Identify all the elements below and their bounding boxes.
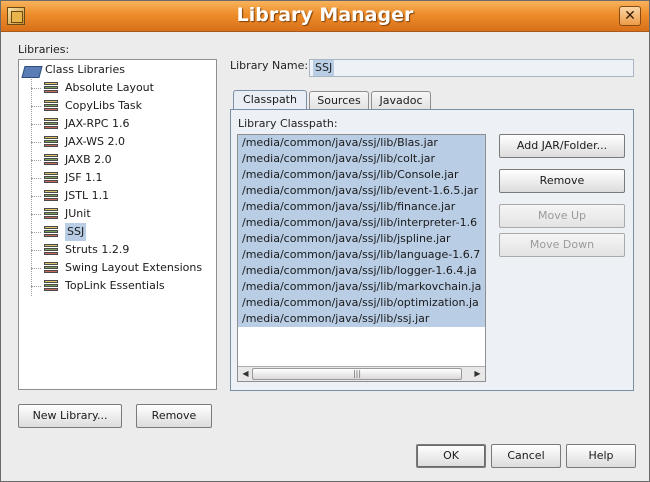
tree-connector-h — [31, 124, 41, 125]
library-books-icon — [43, 208, 59, 221]
libraries-label: Libraries: — [18, 43, 70, 56]
classpath-entry[interactable]: /media/common/java/ssj/lib/finance.jar — [238, 199, 485, 215]
help-button[interactable]: Help — [566, 444, 636, 468]
library-books-icon — [43, 136, 59, 149]
tab-javadoc[interactable]: Javadoc — [371, 91, 431, 109]
library-books-icon — [43, 280, 59, 293]
library-classpath-label: Library Classpath: — [238, 117, 338, 130]
ok-button[interactable]: OK — [416, 444, 486, 468]
cancel-button[interactable]: Cancel — [491, 444, 561, 468]
remove-library-button[interactable]: Remove — [136, 404, 212, 428]
library-books-icon — [43, 226, 59, 239]
close-button[interactable]: ✕ — [619, 6, 641, 26]
tree-root-label: Class Libraries — [45, 63, 125, 76]
classpath-entry[interactable]: /media/common/java/ssj/lib/markovchain.j… — [238, 279, 485, 295]
tab-sources-label: Sources — [317, 94, 361, 107]
library-item-label: Struts 1.2.9 — [65, 243, 130, 256]
tree-connector-h — [31, 232, 41, 233]
tree-connector — [31, 79, 32, 296]
classpath-entry[interactable]: /media/common/java/ssj/lib/jspline.jar — [238, 231, 485, 247]
classpath-entry[interactable]: /media/common/java/ssj/lib/Blas.jar — [238, 135, 485, 151]
tab-classpath[interactable]: Classpath — [233, 90, 307, 110]
horizontal-scrollbar[interactable]: ◀ ||| ▶ — [238, 366, 485, 381]
tree-connector-h — [31, 196, 41, 197]
library-item-label: Swing Layout Extensions — [65, 261, 203, 274]
scroll-left-icon[interactable]: ◀ — [239, 368, 252, 380]
tree-connector-h — [31, 286, 41, 287]
classpath-list[interactable]: /media/common/java/ssj/lib/Blas.jar/medi… — [237, 134, 486, 382]
library-item-label: SSJ — [65, 223, 87, 241]
remove-classpath-button[interactable]: Remove — [499, 169, 625, 193]
window-title: Library Manager — [236, 4, 414, 26]
move-down-button[interactable]: Move Down — [499, 233, 625, 257]
add-jar-folder-button[interactable]: Add JAR/Folder... — [499, 134, 625, 158]
tree-connector-h — [31, 142, 41, 143]
library-item-label: TopLink Essentials — [65, 279, 165, 292]
library-books-icon — [43, 82, 59, 95]
library-item-label: JAX-WS 2.0 — [65, 135, 125, 148]
title-bar[interactable]: Library Manager ✕ — [1, 1, 649, 32]
folder-icon — [23, 63, 41, 77]
library-item-label: Absolute Layout — [65, 81, 154, 94]
tab-classpath-label: Classpath — [243, 93, 297, 106]
scroll-grip-icon: ||| — [352, 369, 362, 378]
library-item-label: JSTL 1.1 — [65, 189, 110, 202]
library-books-icon — [43, 244, 59, 257]
tree-connector-h — [31, 214, 41, 215]
library-tree[interactable]: Class Libraries Absolute Layout CopyLibs … — [18, 59, 217, 390]
classpath-entry[interactable]: /media/common/java/ssj/lib/Console.jar — [238, 167, 485, 183]
classpath-entry[interactable]: /media/common/java/ssj/lib/optimization.… — [238, 295, 485, 311]
close-icon: ✕ — [624, 8, 636, 24]
library-item-label: JSF 1.1 — [65, 171, 103, 184]
classpath-entry[interactable]: /media/common/java/ssj/lib/language-1.6.… — [238, 247, 485, 263]
tab-javadoc-label: Javadoc — [379, 94, 423, 107]
scroll-thumb[interactable]: ||| — [252, 368, 462, 380]
classpath-entry[interactable]: /media/common/java/ssj/lib/event-1.6.5.j… — [238, 183, 485, 199]
tree-connector-h — [31, 268, 41, 269]
library-item-label: JAXB 2.0 — [65, 153, 112, 166]
tree-connector-h — [31, 106, 41, 107]
tab-sources[interactable]: Sources — [309, 91, 369, 109]
classpath-entry[interactable]: /media/common/java/ssj/lib/logger-1.6.4.… — [238, 263, 485, 279]
library-item-label: JAX-RPC 1.6 — [65, 117, 130, 130]
library-item-label: JUnit — [65, 207, 91, 220]
classpath-entry[interactable]: /media/common/java/ssj/lib/ssj.jar — [238, 311, 485, 327]
library-name-field[interactable]: SSJ — [309, 59, 634, 77]
library-books-icon — [43, 262, 59, 275]
library-name-label: Library Name: — [230, 59, 309, 72]
tree-connector-h — [31, 178, 41, 179]
new-library-button[interactable]: New Library... — [18, 404, 122, 428]
classpath-entry[interactable]: /media/common/java/ssj/lib/colt.jar — [238, 151, 485, 167]
library-books-icon — [43, 190, 59, 203]
library-item-label: CopyLibs Task — [65, 99, 143, 112]
scroll-right-icon[interactable]: ▶ — [471, 368, 484, 380]
library-books-icon — [43, 172, 59, 185]
library-books-icon — [43, 154, 59, 167]
library-name-value: SSJ — [313, 60, 335, 76]
tree-connector-h — [31, 160, 41, 161]
library-books-icon — [43, 118, 59, 131]
library-books-icon — [43, 100, 59, 113]
move-up-button[interactable]: Move Up — [499, 204, 625, 228]
tree-connector-h — [31, 88, 41, 89]
classpath-entry[interactable]: /media/common/java/ssj/lib/interpreter-1… — [238, 215, 485, 231]
tree-connector-h — [31, 250, 41, 251]
library-manager-window: Library Manager ✕ Libraries: Class Libra… — [0, 0, 650, 482]
